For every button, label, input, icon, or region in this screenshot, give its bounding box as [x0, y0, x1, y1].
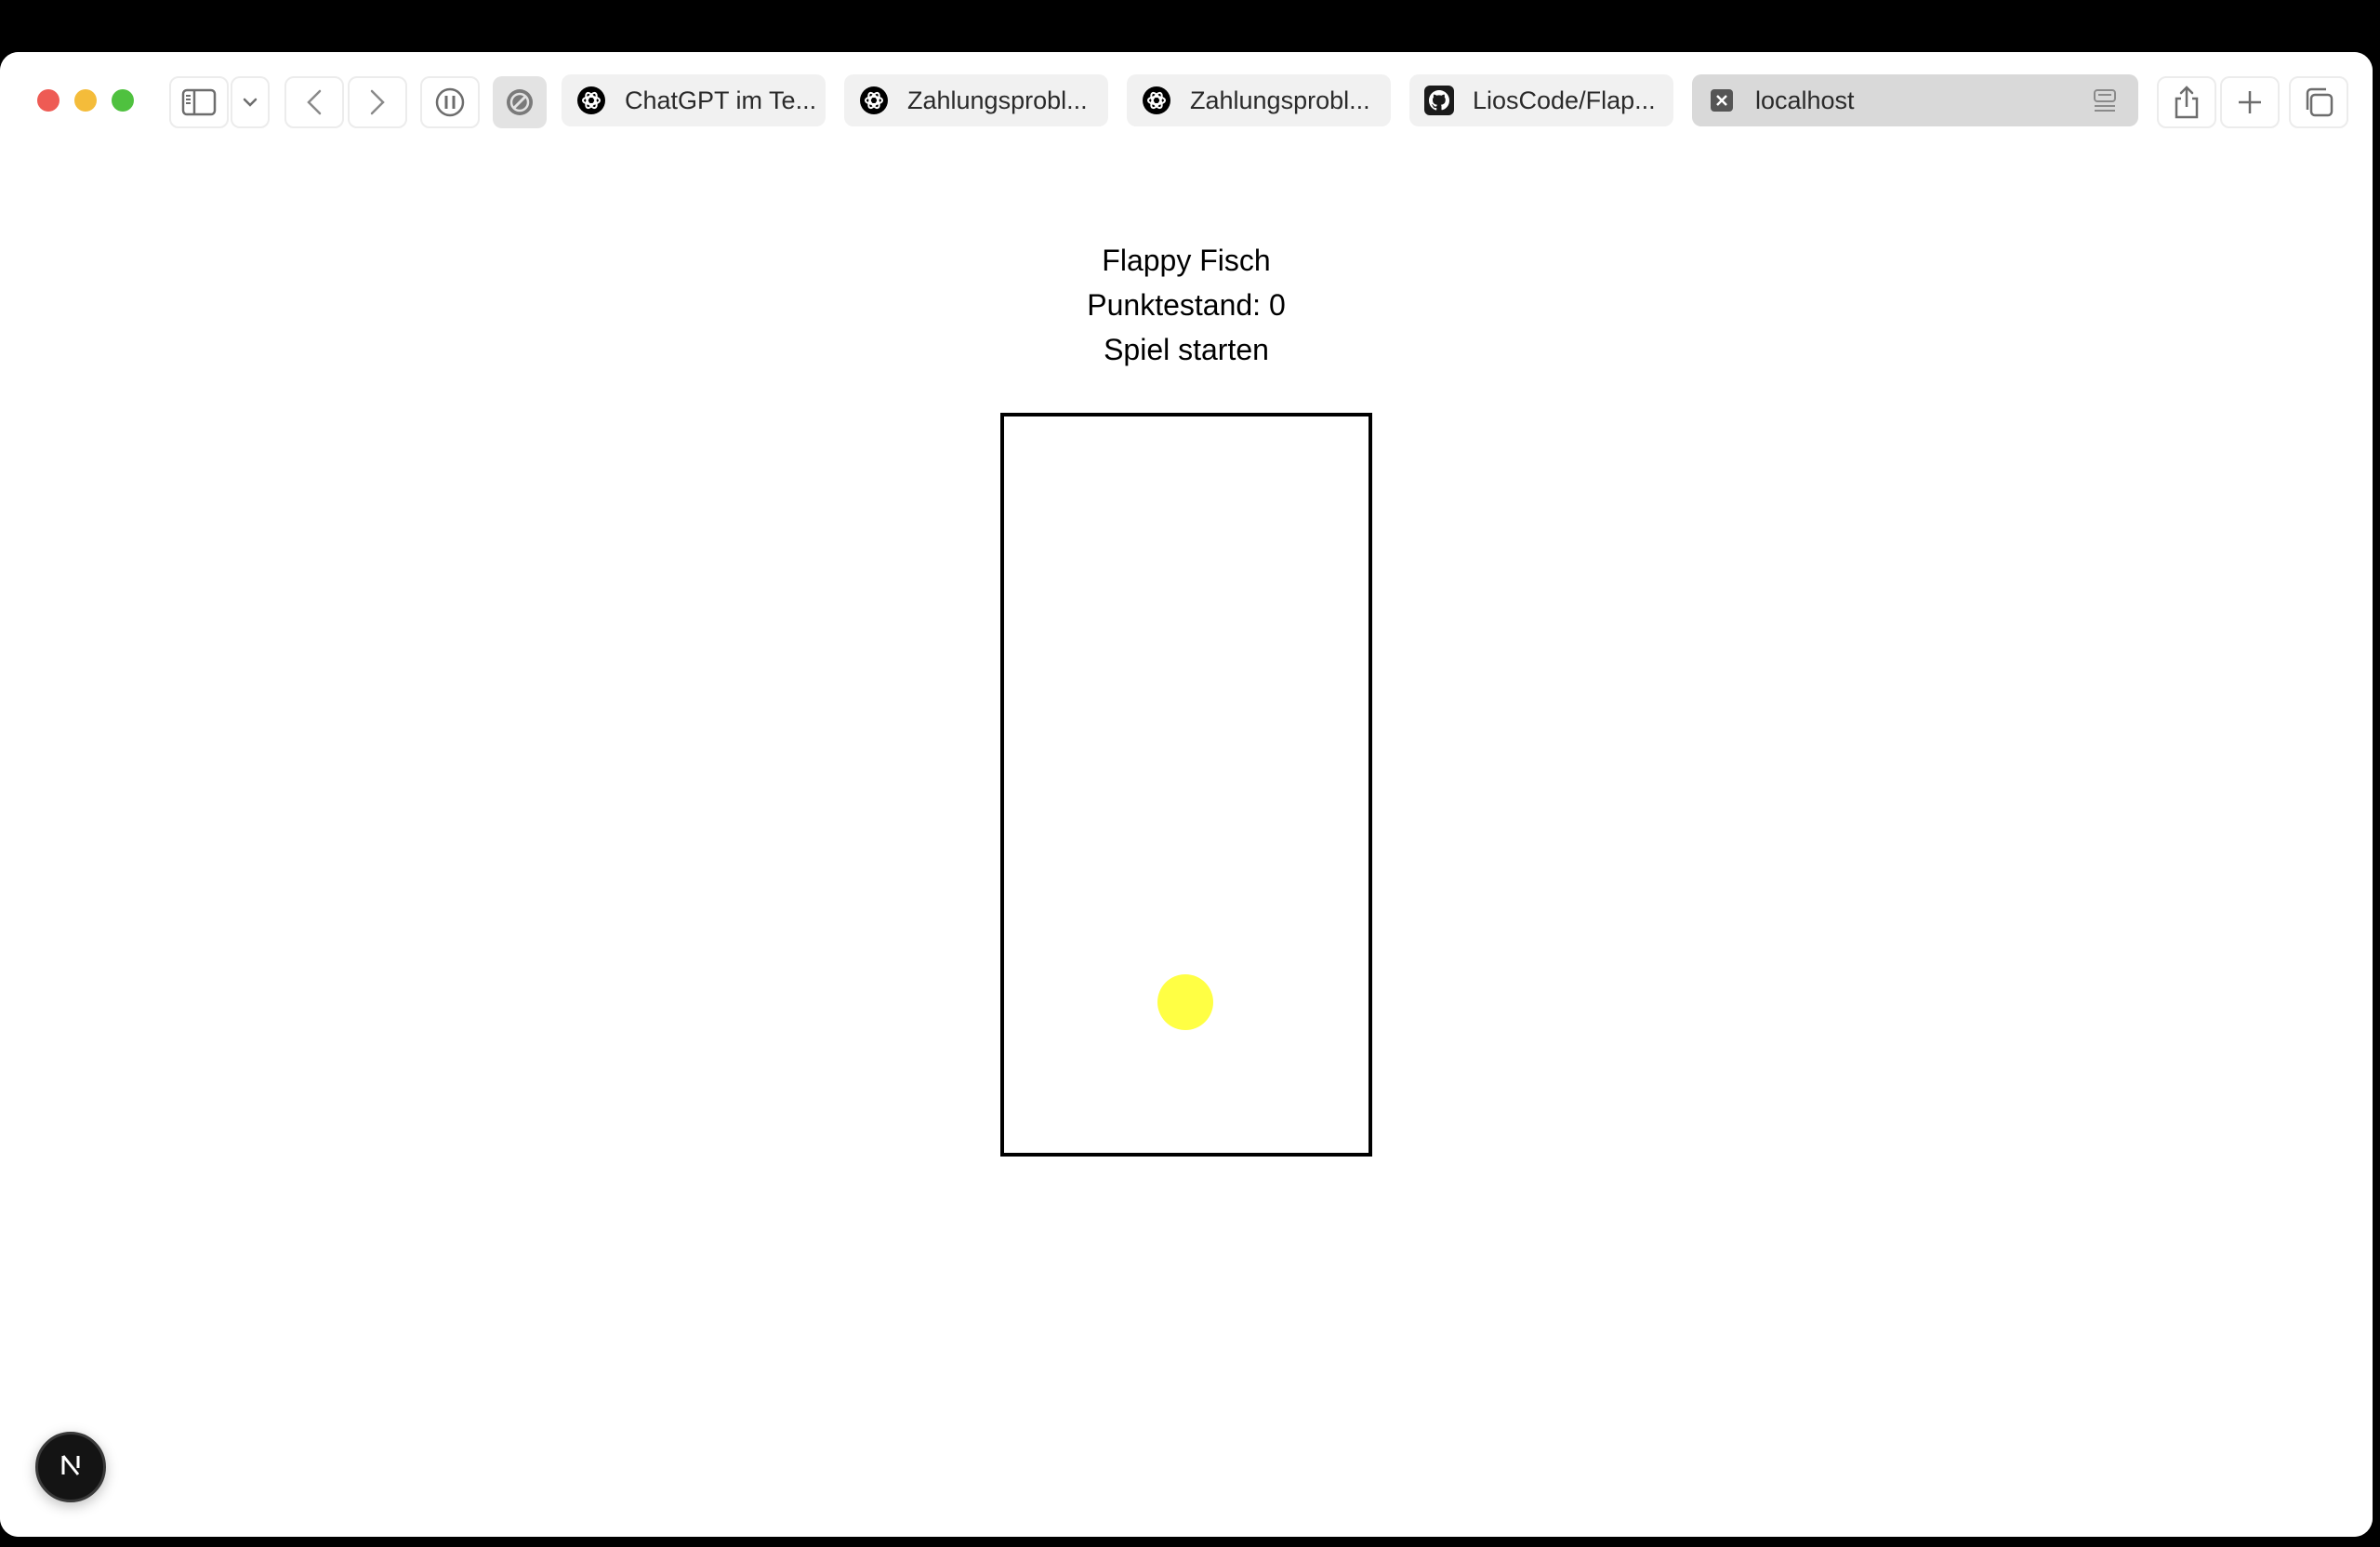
- back-icon: [306, 88, 323, 116]
- start-game-label: Spiel starten: [1104, 333, 1269, 366]
- browser-window: ChatGPT im Te... Zahlungsprobl... Zahlun…: [0, 52, 2373, 1537]
- browser-tab[interactable]: ChatGPT im Te...: [562, 74, 826, 126]
- maximize-window-button[interactable]: [112, 89, 134, 112]
- github-icon: [1424, 86, 1454, 115]
- browser-toolbar: ChatGPT im Te... Zahlungsprobl... Zahlun…: [0, 52, 2373, 149]
- score-display: Punktestand: 0: [1087, 288, 1286, 322]
- tab-label: Zahlungsprobl...: [907, 86, 1088, 114]
- sidebar-dropdown-button[interactable]: [231, 76, 270, 128]
- new-tab-button[interactable]: [2220, 76, 2280, 128]
- browser-tab[interactable]: LiosCode/Flap...: [1409, 74, 1673, 126]
- close-x-icon[interactable]: [1707, 86, 1737, 115]
- openai-icon: [576, 86, 606, 115]
- tab-overview-icon: [2302, 86, 2335, 119]
- minimize-window-button[interactable]: [74, 89, 97, 112]
- block-icon: [505, 87, 535, 117]
- tab-label: ChatGPT im Te...: [625, 86, 817, 114]
- nextjs-logo-icon: [55, 1449, 86, 1486]
- fish-player: [1157, 974, 1213, 1030]
- share-button[interactable]: [2157, 76, 2216, 128]
- tab-label: localhost: [1755, 86, 1855, 114]
- forward-icon: [369, 88, 386, 116]
- start-game-button[interactable]: Spiel starten: [0, 331, 2373, 368]
- browser-tab[interactable]: Zahlungsprobl...: [844, 74, 1108, 126]
- page-content: Flappy Fisch Punktestand: 0 Spiel starte…: [0, 149, 2373, 1537]
- sidebar-icon: [181, 88, 217, 116]
- openai-icon: [1142, 86, 1171, 115]
- tab-overview-button[interactable]: [2289, 76, 2348, 128]
- chevron-down-icon: [243, 98, 258, 107]
- tab-label: Zahlungsprobl...: [1190, 86, 1370, 114]
- plus-icon: [2236, 88, 2264, 116]
- back-button[interactable]: [284, 76, 344, 128]
- browser-tab-active[interactable]: localhost: [1692, 74, 2138, 126]
- pause-button[interactable]: [420, 76, 480, 128]
- nextjs-devtools-button[interactable]: [35, 1432, 106, 1502]
- close-window-button[interactable]: [37, 89, 60, 112]
- reader-icon[interactable]: [2092, 87, 2118, 120]
- forward-button[interactable]: [348, 76, 407, 128]
- openai-icon: [859, 86, 889, 115]
- game-title: Flappy Fisch: [1102, 244, 1271, 277]
- pause-icon: [434, 86, 466, 118]
- tab-label: LiosCode/Flap...: [1473, 86, 1656, 114]
- content-blocker-button[interactable]: [493, 76, 547, 128]
- share-icon: [2173, 85, 2201, 120]
- game-canvas[interactable]: [1000, 413, 1372, 1157]
- sidebar-toggle-button[interactable]: [169, 76, 229, 128]
- browser-tab[interactable]: Zahlungsprobl...: [1127, 74, 1391, 126]
